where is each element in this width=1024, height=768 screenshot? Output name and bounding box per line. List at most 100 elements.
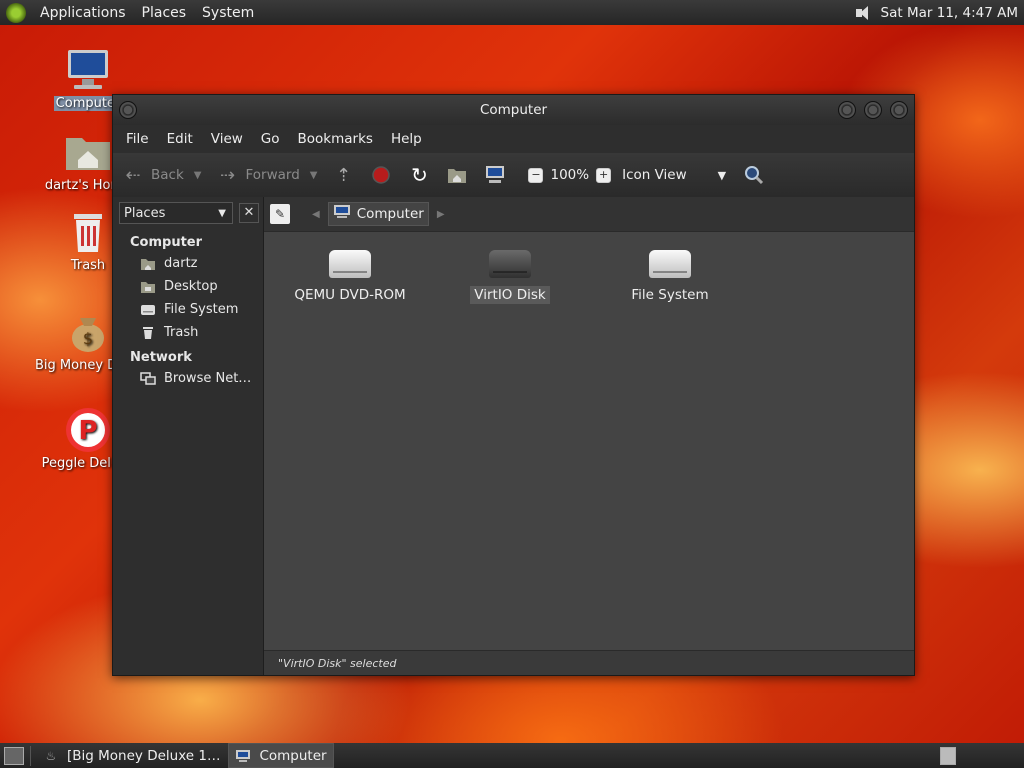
applications-menu[interactable]: Applications — [32, 5, 134, 21]
minimize-button[interactable] — [838, 101, 856, 119]
sidebar-type-select[interactable]: Places ▼ — [119, 202, 233, 224]
menu-bookmarks[interactable]: Bookmarks — [289, 131, 382, 147]
window-title: Computer — [479, 102, 548, 118]
file-manager-window: Computer File Edit View Go Bookmarks Hel… — [112, 94, 915, 676]
menu-edit[interactable]: Edit — [158, 131, 202, 147]
workspace-switcher[interactable] — [940, 746, 956, 765]
back-arrow-icon: ⇠ — [125, 164, 141, 186]
money-bag-icon: $ — [64, 308, 112, 356]
home-folder-icon — [64, 128, 112, 176]
search-icon — [742, 163, 766, 187]
panel-tray: Sat Mar 11, 4:47 AM — [855, 5, 1018, 21]
main-area: Places ▼ ✕ Computer dartz Desktop File S… — [113, 197, 914, 675]
computer-button[interactable] — [483, 163, 513, 187]
file-item-dvd-rom[interactable]: QEMU DVD-ROM — [280, 238, 420, 304]
menu-help[interactable]: Help — [382, 131, 431, 147]
status-text: "VirtIO Disk" selected — [278, 656, 397, 670]
sidebar-item-dartz[interactable]: dartz — [113, 252, 263, 275]
back-button[interactable]: ⇠ Back — [121, 163, 184, 187]
taskbar-item-big-money[interactable]: ♨ [Big Money Deluxe 1… — [37, 744, 226, 767]
window-titlebar[interactable]: Computer — [113, 95, 914, 125]
chevron-down-icon: ▼ — [218, 207, 226, 219]
clock[interactable]: Sat Mar 11, 4:47 AM — [881, 5, 1018, 21]
home-folder-icon — [445, 163, 469, 187]
sidebar-item-label: Desktop — [164, 279, 218, 294]
view-mode-label: Icon View — [622, 167, 687, 183]
system-menu[interactable]: System — [194, 5, 262, 21]
menu-file[interactable]: File — [117, 131, 158, 147]
forward-arrow-icon: ⇢ — [219, 164, 236, 186]
file-item-file-system[interactable]: File System — [600, 238, 740, 304]
back-label: Back — [151, 167, 184, 183]
reload-button[interactable]: ↻ — [407, 163, 437, 187]
dvd-drive-icon — [329, 250, 371, 278]
sidebar-item-file-system[interactable]: File System — [113, 298, 263, 321]
breadcrumb-computer[interactable]: Computer — [327, 202, 429, 226]
sidebar-item-trash[interactable]: Trash — [113, 321, 263, 344]
icon-view[interactable]: QEMU DVD-ROM VirtIO Disk File System — [264, 232, 914, 650]
home-icon — [140, 256, 156, 272]
sidebar: Places ▼ ✕ Computer dartz Desktop File S… — [113, 197, 264, 675]
panel-separator — [30, 745, 31, 766]
sidebar-close-button[interactable]: ✕ — [239, 203, 259, 223]
forward-label: Forward — [245, 167, 300, 183]
menu-view[interactable]: View — [202, 131, 252, 147]
sidebar-item-browse-network[interactable]: Browse Net… — [113, 367, 263, 390]
stop-button[interactable] — [369, 163, 399, 187]
trash-icon — [140, 325, 156, 341]
places-menu[interactable]: Places — [134, 5, 195, 21]
forward-button[interactable]: ⇢ Forward — [215, 163, 300, 187]
path-scroll-left-button[interactable]: ◀ — [312, 209, 320, 220]
top-panel: Applications Places System Sat Mar 11, 4… — [0, 0, 1024, 25]
forward-history-dropdown[interactable]: ▼ — [310, 170, 318, 181]
network-icon — [140, 371, 156, 387]
stop-icon — [369, 163, 393, 187]
sidebar-item-desktop[interactable]: Desktop — [113, 275, 263, 298]
path-scroll-right-button[interactable]: ▶ — [437, 209, 445, 220]
task-label: [Big Money Deluxe 1… — [67, 747, 221, 764]
breadcrumb-label: Computer — [356, 206, 424, 222]
menubar: File Edit View Go Bookmarks Help — [113, 125, 914, 153]
reload-icon: ↻ — [411, 163, 428, 187]
volume-icon[interactable] — [855, 5, 873, 21]
file-item-label: File System — [631, 287, 709, 303]
svg-text:$: $ — [83, 329, 93, 348]
show-desktop-icon[interactable] — [4, 746, 24, 765]
maximize-button[interactable] — [864, 101, 882, 119]
toolbar: ⇠ Back ▼ ⇢ Forward ▼ ⇡ ↻ − 100% + Icon V… — [113, 153, 914, 198]
trash-icon — [64, 208, 112, 256]
pencil-icon: ✎ — [274, 207, 286, 221]
hard-disk-icon — [649, 250, 691, 278]
sidebar-type-label: Places — [124, 205, 166, 221]
file-item-label: VirtIO Disk — [470, 286, 550, 304]
zoom-out-button[interactable]: − — [528, 167, 544, 183]
view-mode-select[interactable]: Icon View ▼ — [622, 167, 742, 183]
desktop-icon — [140, 279, 156, 295]
up-button[interactable]: ⇡ — [331, 163, 361, 187]
home-button[interactable] — [445, 163, 475, 187]
zoom-in-button[interactable]: + — [596, 167, 612, 183]
drive-icon — [140, 302, 156, 318]
computer-icon — [483, 163, 507, 187]
window-menu-button[interactable] — [119, 101, 137, 119]
sidebar-group-computer: Computer — [130, 235, 203, 250]
sidebar-item-label: dartz — [164, 256, 198, 271]
sidebar-item-label: File System — [164, 302, 239, 317]
file-item-virtio-disk[interactable]: VirtIO Disk — [440, 238, 580, 304]
taskbar-item-computer[interactable]: Computer — [228, 743, 334, 768]
sidebar-group-network: Network — [130, 350, 192, 365]
chevron-down-icon: ▼ — [717, 168, 727, 182]
path-bar: ✎ ◀ Computer ▶ — [264, 197, 914, 232]
menu-go[interactable]: Go — [252, 131, 289, 147]
file-item-label: QEMU DVD-ROM — [294, 287, 406, 303]
edit-location-button[interactable]: ✎ — [270, 204, 290, 224]
close-button[interactable] — [890, 101, 908, 119]
hard-disk-icon — [489, 250, 531, 278]
bottom-panel: ♨ [Big Money Deluxe 1… Computer — [0, 743, 1024, 768]
sidebar-item-label: Trash — [164, 325, 199, 340]
distro-logo-icon[interactable] — [6, 2, 26, 23]
flame-icon: ♨ — [45, 748, 57, 763]
back-history-dropdown[interactable]: ▼ — [194, 170, 202, 181]
task-label: Computer — [259, 747, 327, 764]
search-button[interactable] — [742, 163, 772, 187]
